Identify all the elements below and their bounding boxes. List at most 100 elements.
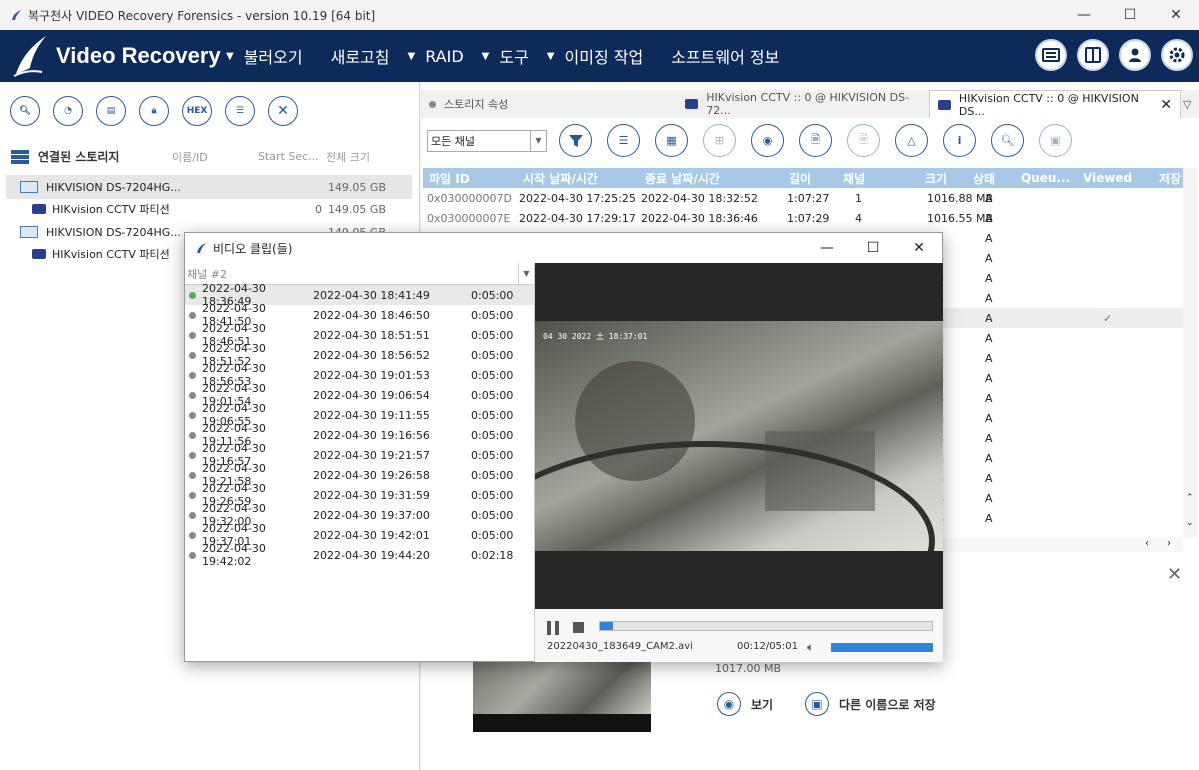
menu-load[interactable]: ▼ 불러오기 xyxy=(226,44,303,68)
clip-dur: 0:05:00 xyxy=(471,328,514,342)
tab-label: 스토리지 속성 xyxy=(444,98,509,111)
filter-button[interactable] xyxy=(559,124,592,157)
col-save[interactable]: 저장 xyxy=(1159,170,1181,187)
clip-end: 2022-04-30 19:42:01 xyxy=(313,528,430,542)
seek-bar[interactable] xyxy=(599,621,933,631)
panel-button[interactable] xyxy=(1077,39,1109,71)
clip-list: 채널 #2 ▼ 2022-04-30 18:36:49 2022-04-30 18:… xyxy=(185,262,535,662)
disk-icon: ◔ xyxy=(64,106,72,116)
video-frame: 04 30 2022 土 18:37:01 xyxy=(535,321,943,551)
clip-end: 2022-04-30 19:21:57 xyxy=(313,448,430,462)
volume-slider[interactable] xyxy=(831,643,933,652)
tree-disk-item[interactable]: HIKVISION DS-7204HG... 149.05 GB xyxy=(6,175,412,199)
col-file-id[interactable]: 파일 ID xyxy=(429,170,470,187)
maximize-button[interactable]: ☐ xyxy=(1107,0,1153,30)
col-viewed[interactable]: Viewed xyxy=(1083,171,1132,185)
col-size-header[interactable]: 전체 크기 xyxy=(326,149,370,165)
mosaic-view-button[interactable]: ⊞ xyxy=(703,124,736,157)
menu-about[interactable]: 소프트웨어 정보 xyxy=(661,44,779,68)
disk-scan-button[interactable]: ◔ xyxy=(53,96,83,126)
col-end-time[interactable]: 종료 날짜/시간 xyxy=(645,170,720,187)
vertical-scrollbar[interactable]: ⌃ ⌄ xyxy=(1183,168,1197,538)
col-start-time[interactable]: 시작 날짜/시간 xyxy=(523,170,598,187)
clip-list-item[interactable]: 2022-04-30 19:42:02 2022-04-30 19:44:20 0:… xyxy=(185,542,534,568)
status-dot-icon xyxy=(189,291,196,299)
table-row[interactable]: 0x030000007E 2022-04-30 17:29:17 2022-04-3… xyxy=(423,208,1183,228)
save-button[interactable]: ▣ xyxy=(1039,124,1072,157)
col-length[interactable]: 길이 xyxy=(789,170,811,187)
tab-overflow-button[interactable]: ▽ xyxy=(1181,90,1199,118)
remove-button[interactable]: ✕ xyxy=(268,96,298,126)
save-as-button[interactable]: ▣ 다른 이름으로 저장 xyxy=(805,692,936,716)
view-button[interactable]: ◉ 보기 xyxy=(717,692,773,716)
dialog-close-button[interactable]: ✕ xyxy=(896,233,942,263)
menu-tools[interactable]: ▼ 도구 xyxy=(482,44,529,68)
message-icon xyxy=(1042,48,1060,62)
menu-label: RAID xyxy=(425,46,464,66)
close-window-button[interactable]: ✕ xyxy=(1153,0,1199,30)
minimize-button[interactable]: — xyxy=(1061,0,1107,30)
tab-close-icon[interactable]: ✕ xyxy=(1160,97,1172,113)
clip-end: 2022-04-30 18:41:49 xyxy=(313,288,430,302)
volume-icon[interactable]: 🔈︎ xyxy=(807,640,814,655)
menu-refresh[interactable]: 새로고침 xyxy=(321,44,390,68)
col-name-header[interactable]: 이름/ID xyxy=(172,149,258,165)
message-button[interactable] xyxy=(1035,39,1067,71)
search-storage-button[interactable]: 🔍︎ xyxy=(10,96,40,126)
settings-button[interactable] xyxy=(1161,39,1193,71)
video-player[interactable]: 04 30 2022 土 18:37:01 xyxy=(535,263,943,609)
col-status[interactable]: 상태 xyxy=(973,170,995,187)
video-clips-dialog: 비디오 클립(들) — ☐ ✕ 채널 #2 ▼ 2022-04-30 18:36:… xyxy=(184,232,943,662)
image-file-button[interactable]: ▤ xyxy=(96,96,126,126)
menu-label: 도구 xyxy=(499,48,529,67)
status-dot-icon xyxy=(189,431,196,439)
info-button[interactable]: i xyxy=(943,124,976,157)
table-row[interactable]: 0x030000007D 2022-04-30 17:25:25 2022-04-3… xyxy=(423,188,1183,208)
cell-status: A xyxy=(985,312,993,325)
report-button[interactable]: △ xyxy=(895,124,928,157)
list-view-button[interactable]: ☰ xyxy=(607,124,640,157)
thumbnail-view-button[interactable]: ▦ xyxy=(655,124,688,157)
col-queue[interactable]: Queu... xyxy=(1021,171,1070,185)
export-disabled-button[interactable]: 🗎︎ xyxy=(847,124,880,157)
clip-dur: 0:05:00 xyxy=(471,288,514,302)
chevron-down-icon: ▼ xyxy=(226,50,234,62)
save-icon: ▣ xyxy=(805,692,829,716)
tab-storage-properties[interactable]: 스토리지 속성 xyxy=(421,90,677,118)
cell-start: 2022-04-30 17:25:25 xyxy=(519,192,636,205)
menu-imaging[interactable]: ▼ 이미징 작업 xyxy=(547,44,643,68)
detail-close-button[interactable]: ✕ xyxy=(1167,564,1182,585)
channel-select[interactable]: 모든 채널 ▼ xyxy=(427,129,547,152)
scroll-right-icon[interactable]: › xyxy=(1167,538,1171,549)
lock-button[interactable]: 🔒︎ xyxy=(139,96,169,126)
scroll-down-icon[interactable]: ⌄ xyxy=(1186,518,1194,528)
list-button[interactable]: ☰ xyxy=(225,96,255,126)
cell-status: A xyxy=(985,292,993,305)
hex-label: HEX xyxy=(186,106,208,116)
dialog-minimize-button[interactable]: — xyxy=(804,233,850,263)
tab-cctv-1[interactable]: HIKvision CCTV :: 0 @ HIKVISION DS-72... xyxy=(677,90,929,118)
panel-icon xyxy=(1085,47,1101,63)
export-file-button[interactable]: 🗎︎ xyxy=(799,124,832,157)
col-size[interactable]: 크기 xyxy=(925,170,947,187)
pause-button[interactable] xyxy=(547,621,559,635)
search-button[interactable]: 🔍︎ xyxy=(991,124,1024,157)
col-start-header[interactable]: Start Sec... xyxy=(258,150,326,163)
col-channel[interactable]: 채널 xyxy=(843,170,865,187)
preview-button[interactable]: ◉ xyxy=(751,124,784,157)
channel-filter-value: 채널 #2 xyxy=(187,267,227,281)
hex-button[interactable]: HEX xyxy=(182,96,212,126)
eye-icon: ◉ xyxy=(717,692,741,716)
tab-cctv-2[interactable]: HIKvision CCTV :: 0 @ HIKVISION DS... ✕ xyxy=(929,90,1181,118)
storage-stack-icon xyxy=(11,149,29,164)
dialog-title-bar[interactable]: 비디오 클립(들) — ☐ ✕ xyxy=(185,233,942,263)
scroll-left-icon[interactable]: ‹ xyxy=(1145,538,1149,549)
user-button[interactable] xyxy=(1119,39,1151,71)
tree-partition-item[interactable]: HIKvision CCTV 파티션 0 149.05 GB xyxy=(6,197,412,221)
menu-raid[interactable]: ▼ RAID xyxy=(407,47,463,66)
dialog-maximize-button[interactable]: ☐ xyxy=(850,233,896,263)
search-icon: 🔍︎ xyxy=(19,106,31,116)
scroll-up-icon[interactable]: ⌃ xyxy=(1186,493,1194,503)
cell-start: 2022-04-30 17:29:17 xyxy=(519,212,636,225)
stop-button[interactable] xyxy=(573,622,584,633)
